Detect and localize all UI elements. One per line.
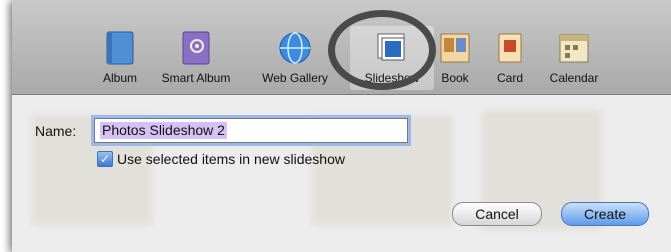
toolbar-item-web-gallery[interactable]: Web Gallery	[262, 30, 328, 90]
use-selected-items-checkbox[interactable]: ✓	[97, 151, 113, 167]
toolbar-item-smart-album[interactable]: Smart Album	[162, 30, 230, 90]
toolbar-item-label: Album	[102, 71, 138, 85]
cancel-button[interactable]: Cancel	[452, 202, 542, 226]
toolbar-item-label: Calendar	[549, 71, 599, 85]
toolbar-item-album[interactable]: Album	[100, 30, 140, 90]
book-icon	[440, 33, 470, 63]
toolbar-item-label: Card	[496, 71, 524, 85]
album-icon	[106, 31, 134, 65]
toolbar-item-label: Smart Album	[161, 71, 231, 85]
name-field[interactable]: Photos Slideshow 2	[94, 118, 408, 143]
card-icon	[498, 33, 522, 63]
toolbar-item-book[interactable]: Book	[437, 30, 473, 90]
use-selected-items-label[interactable]: Use selected items in new slideshow	[117, 151, 345, 167]
annotation-circle	[328, 10, 436, 90]
web-gallery-icon	[279, 32, 311, 64]
toolbar-item-label: Book	[441, 71, 469, 85]
create-button[interactable]: Create	[561, 202, 649, 226]
calendar-icon	[559, 34, 589, 63]
smart-album-icon	[182, 31, 210, 65]
toolbar-item-label: Web Gallery	[262, 71, 328, 85]
name-field-value: Photos Slideshow 2	[100, 122, 227, 139]
toolbar-item-card[interactable]: Card	[493, 30, 527, 90]
toolbar-item-calendar[interactable]: Calendar	[550, 30, 598, 90]
name-label: Name:	[35, 123, 77, 139]
